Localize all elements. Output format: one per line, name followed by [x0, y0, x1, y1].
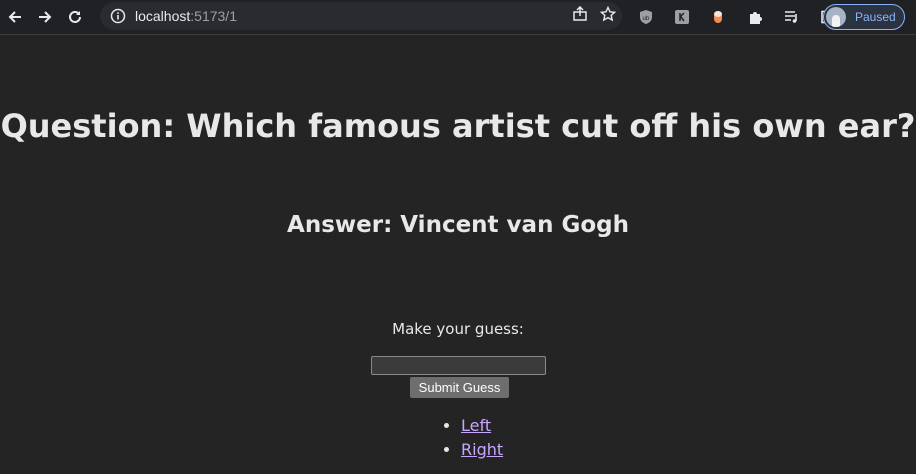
question-heading: Question: Which famous artist cut off hi… — [0, 107, 916, 145]
reload-icon[interactable] — [62, 4, 88, 30]
extension-k-icon[interactable] — [672, 7, 692, 27]
url-port: :5173/1 — [190, 8, 237, 24]
answer-heading: Answer: Vincent van Gogh — [287, 212, 629, 238]
url-text: localhost:5173/1 — [135, 8, 237, 24]
url-host: localhost — [135, 8, 191, 24]
forward-arrow-icon[interactable] — [32, 4, 58, 30]
svg-text:ub: ub — [643, 16, 650, 22]
profile-button[interactable]: Paused — [823, 4, 905, 30]
browser-toolbar: localhost:5173/1 ub Paused — [0, 0, 916, 35]
page-content: Question: Which famous artist cut off hi… — [0, 35, 916, 474]
list-item: Left — [461, 415, 503, 439]
back-arrow-icon[interactable] — [2, 4, 28, 30]
puzzle-icon[interactable] — [746, 7, 766, 27]
list-item: Right — [461, 439, 503, 463]
media-queue-icon[interactable] — [782, 7, 802, 27]
avatar — [826, 7, 846, 27]
profile-status: Paused — [855, 10, 896, 24]
extension-pill-icon[interactable] — [708, 7, 728, 27]
nav-link-list: Left Right — [440, 415, 503, 463]
guess-input[interactable] — [371, 356, 546, 375]
ublock-icon[interactable]: ub — [636, 7, 656, 27]
left-link[interactable]: Left — [461, 416, 491, 435]
address-bar[interactable]: localhost:5173/1 — [100, 2, 622, 30]
info-icon[interactable] — [109, 7, 127, 25]
star-icon[interactable] — [599, 5, 617, 27]
submit-guess-button[interactable]: Submit Guess — [410, 377, 509, 398]
guess-label: Make your guess: — [392, 320, 524, 338]
right-link[interactable]: Right — [461, 440, 503, 459]
share-icon[interactable] — [572, 5, 588, 27]
